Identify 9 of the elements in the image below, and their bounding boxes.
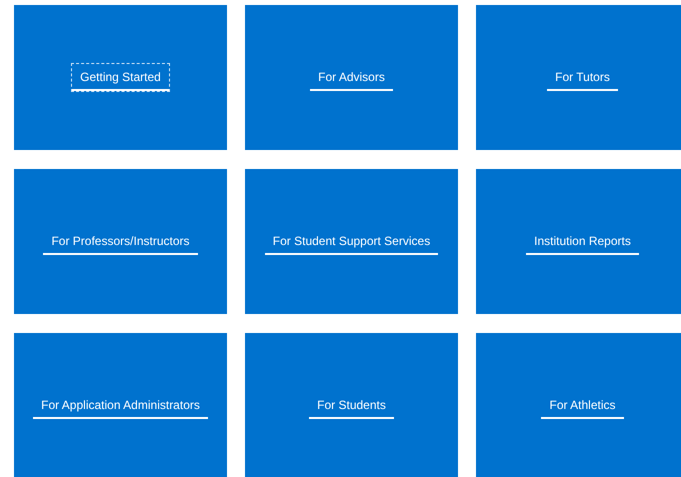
category-link[interactable]: For Students [309, 392, 394, 419]
category-link[interactable]: For Advisors [310, 64, 393, 91]
category-link[interactable]: Institution Reports [526, 228, 639, 255]
category-link[interactable]: Getting Started [72, 64, 169, 91]
category-link[interactable]: For Application Administrators [33, 392, 208, 419]
category-link[interactable]: For Student Support Services [264, 228, 438, 255]
category-link[interactable]: For Professors/Instructors [43, 228, 198, 255]
category-link[interactable]: For Athletics [541, 392, 624, 419]
category-link[interactable]: For Tutors [547, 64, 618, 91]
